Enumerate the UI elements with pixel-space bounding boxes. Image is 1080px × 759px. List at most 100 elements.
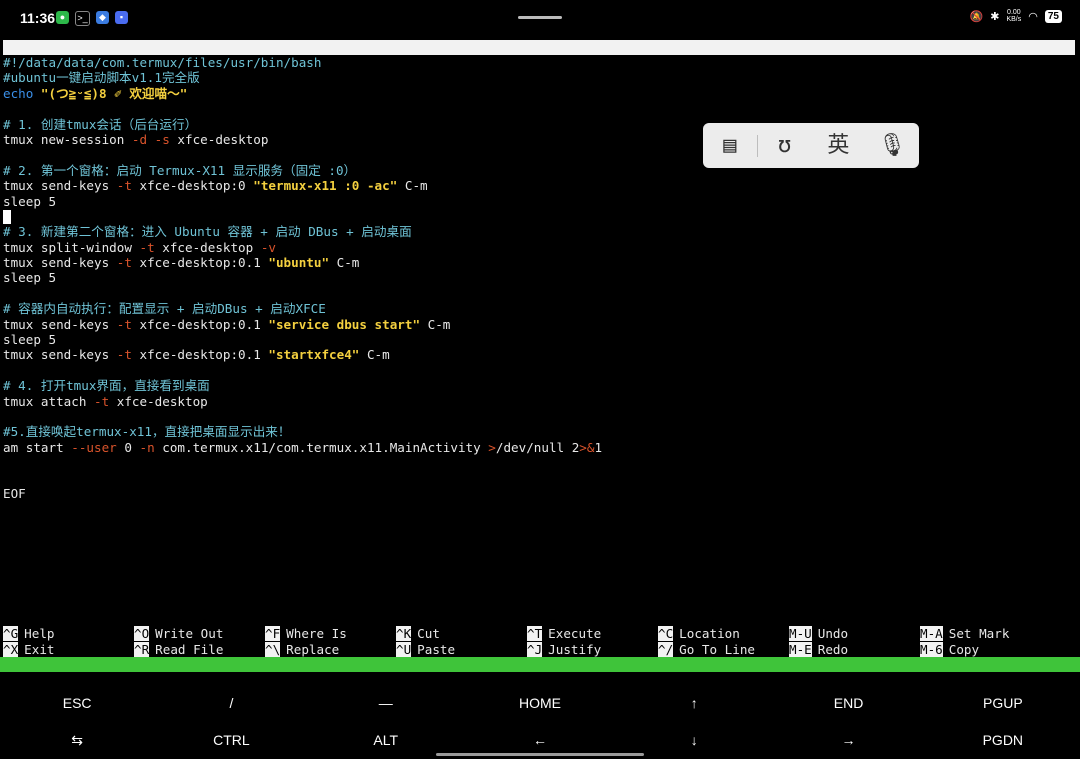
code-token: -v [260,239,276,255]
code-line[interactable]: tmux send-keys -t xfce-desktop:0 "termux… [3,178,602,193]
wifi-icon: ◠ [1028,10,1038,23]
code-line[interactable]: # 2. 第一个窗格：启动 Termux-X11 显示服务（固定 :0） [3,163,602,178]
code-token: /dev/null 2 [495,439,580,455]
code-line[interactable]: sleep 5 [3,332,602,347]
code-line[interactable]: tmux new-session -d -s xfce-desktop [3,132,602,147]
extra-key-button[interactable]: PGUP [926,695,1080,711]
code-line[interactable]: tmux send-keys -t xfce-desktop:0.1 "star… [3,347,602,362]
shortcut-item[interactable]: ^X Exit [3,641,55,657]
bluetooth-icon: ✱ [990,10,1000,23]
code-line[interactable]: tmux send-keys -t xfce-desktop:0.1 "ubun… [3,255,602,270]
code-line[interactable] [3,363,602,378]
shortcut-label: Justify [548,641,602,657]
code-token: "termux-x11 :0 -ac" [253,178,398,194]
shortcut-label: Where Is [286,626,347,641]
clipboard-icon[interactable]: ▤ [703,123,757,168]
extra-key-button[interactable]: ALT [309,732,463,749]
code-line[interactable]: sleep 5 [3,270,602,285]
code-line[interactable]: #5.直接唤起termux-x11，直接把桌面显示出来！ [3,424,602,439]
extra-key-button[interactable]: ESC [0,695,154,711]
code-line[interactable]: tmux attach -t xfce-desktop [3,394,602,409]
code-line[interactable] [3,101,602,116]
extra-key-button[interactable]: ↑ [617,695,771,711]
extra-key-button[interactable]: → [771,732,925,749]
shortcut-item[interactable]: M-E Redo [789,641,848,657]
shortcut-key: ^U [396,641,412,657]
speed-indicator: 0.00 KB/s [1006,9,1022,23]
extra-key-button[interactable]: CTRL [154,732,308,749]
shortcut-item[interactable]: ^C Location [658,626,740,641]
code-token: -t [116,255,132,271]
gesture-bar [436,753,644,756]
shortcut-item[interactable]: ^J Justify [527,641,602,657]
shortcut-item[interactable]: ^G Help [3,626,55,641]
code-line[interactable]: tmux split-window -t xfce-desktop -v [3,240,602,255]
code-line[interactable] [3,286,602,301]
shortcut-label: Copy [948,641,980,657]
code-line[interactable]: #ubuntu一键启动脚本v1.1完全版 [3,70,602,85]
wechat-icon: ● [56,11,69,24]
shortcut-item[interactable]: ^R Read File [134,641,224,657]
editor-buffer[interactable]: #!/data/data/com.termux/files/usr/bin/ba… [3,55,602,501]
code-line[interactable]: EOF [3,486,602,501]
shortcut-item[interactable]: ^U Paste [396,641,455,657]
english-toggle[interactable]: 英 [812,123,866,168]
code-line[interactable]: # 4. 打开tmux界面，直接看到桌面 [3,378,602,393]
code-token: xfce-desktop:0.1 [131,347,269,363]
code-line[interactable]: am start --user 0 -n com.termux.x11/com.… [3,440,602,455]
shortcut-label: Exit [24,641,55,657]
shortcut-item[interactable]: M-A Set Mark [920,626,1009,641]
system-icons: 🔕 ✱ 0.00 KB/s ◠ 75 [970,9,1062,23]
shortcut-key: ^J [527,641,543,657]
top-handle [518,16,562,19]
shortcut-label: Location [679,626,740,641]
code-line[interactable]: echo "(つ≧ᵕ≦)8 ✐ 欢迎喵～" [3,86,602,101]
code-token: sleep 5 [3,270,57,286]
shortcut-label: Write Out [155,626,224,641]
code-line[interactable] [3,147,602,162]
shortcut-item[interactable]: ^\ Replace [265,641,340,657]
shortcut-item[interactable]: M-6 Copy [920,641,980,657]
shortcut-item[interactable]: ^F Where Is [265,626,347,641]
code-token: C-m [397,178,428,194]
shortcut-key: ^K [396,626,412,641]
extra-key-button[interactable]: END [771,695,925,711]
shortcut-label: Read File [155,641,224,657]
extra-key-button[interactable]: / [154,695,308,711]
extra-key-button[interactable]: PGDN [926,732,1080,749]
shortcut-item[interactable]: ^O Write Out [134,626,223,641]
shortcut-label: Undo [817,626,849,641]
microphone-icon[interactable]: 🎙 [865,123,919,168]
code-line[interactable]: sleep 5 [3,194,602,209]
extra-key-button[interactable]: HOME [463,695,617,711]
code-token: "ubuntu" [268,255,330,271]
shortcut-key: ^G [3,626,19,641]
code-token: C-m [420,316,451,332]
code-line[interactable] [3,455,602,470]
code-line[interactable]: #!/data/data/com.termux/files/usr/bin/ba… [3,55,602,70]
shortcut-key: ^X [3,641,19,657]
shortcut-label: Replace [286,641,340,657]
extra-key-button[interactable]: ← [463,732,617,749]
extra-key-button[interactable]: ↓ [617,732,771,749]
shortcut-item[interactable]: ^K Cut [396,626,440,641]
shortcut-item[interactable]: ^T Execute [527,626,601,641]
extra-key-button[interactable]: ⇆ [0,732,154,749]
shortcut-item[interactable]: M-U Undo [789,626,848,641]
shortcut-key: ^T [527,626,543,641]
code-line[interactable] [3,209,602,225]
shortcut-key: ^R [134,641,150,657]
shield-icon: ◆ [96,11,109,24]
shortcut-item[interactable]: ^/ Go To Line [658,641,755,657]
code-line[interactable]: tmux send-keys -t xfce-desktop:0.1 "serv… [3,317,602,332]
code-token: xfce-desktop [169,131,269,147]
code-line[interactable]: # 1. 创建tmux会话（后台运行） [3,117,602,132]
code-token: am start [3,439,72,455]
code-token: -t [139,239,155,255]
bear-icon[interactable]: ʊ [758,123,812,168]
extra-key-button[interactable]: — [309,695,463,711]
code-line[interactable] [3,471,602,486]
code-line[interactable]: # 容器内自动执行：配置显示 + 启动DBus + 启动XFCE [3,301,602,316]
code-line[interactable]: # 3. 新建第二个窗格：进入 Ubuntu 容器 + 启动 DBus + 启动… [3,224,602,239]
code-line[interactable] [3,409,602,424]
